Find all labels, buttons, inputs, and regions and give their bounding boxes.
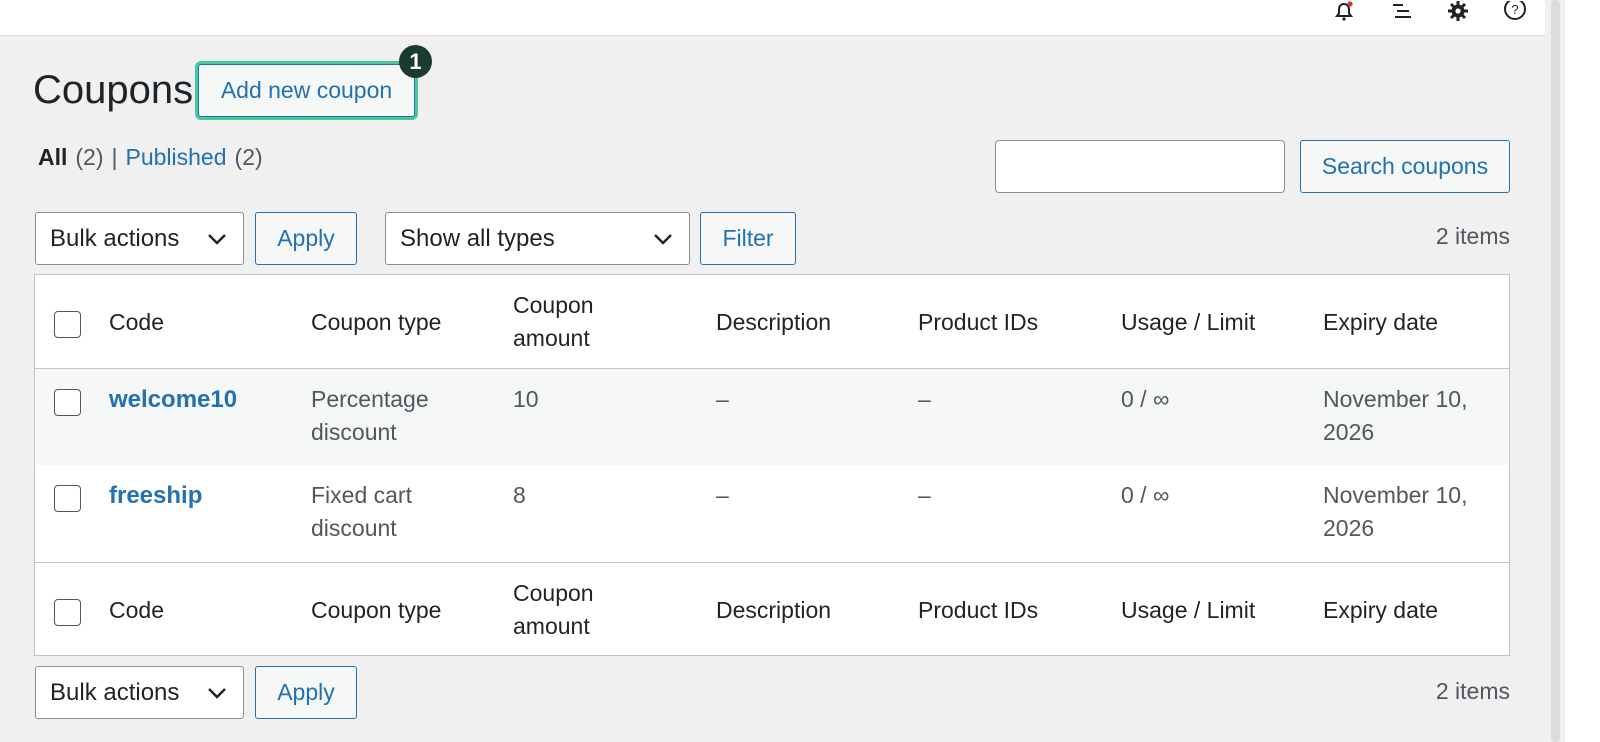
header-description: Description xyxy=(716,309,832,335)
row-checkbox[interactable] xyxy=(54,485,81,512)
apply-button-top[interactable]: Apply xyxy=(255,212,357,265)
coupon-type-select[interactable]: Show all types xyxy=(385,212,690,265)
coupon-amount-cell: 10 xyxy=(513,386,539,412)
svg-text:?: ? xyxy=(1511,2,1518,17)
row-checkbox[interactable] xyxy=(54,389,81,416)
usage-limit-cell: 0 / ∞ xyxy=(1121,386,1170,412)
notification-bell-icon[interactable] xyxy=(1330,0,1358,24)
expiry-date-cell: November 10, 2026 xyxy=(1323,482,1468,541)
footer-code[interactable]: Code xyxy=(109,594,164,627)
step-badge: 1 xyxy=(399,45,432,78)
description-cell: – xyxy=(716,482,729,508)
coupon-amount-cell: 8 xyxy=(513,482,526,508)
items-count-top: 2 items xyxy=(1435,223,1510,249)
footer-usage-limit: Usage / Limit xyxy=(1121,597,1256,623)
select-all-checkbox-footer[interactable] xyxy=(54,599,81,626)
table-footer-row: Code Coupon type Coupon amount Descripti… xyxy=(35,562,1509,656)
header-code[interactable]: Code xyxy=(109,306,164,339)
footer-description: Description xyxy=(716,597,832,623)
chevron-down-icon xyxy=(654,233,672,245)
footer-coupon-amount: Coupon amount xyxy=(513,580,594,639)
expiry-date-cell: November 10, 2026 xyxy=(1323,386,1468,445)
coupons-table: Code Coupon type Coupon amount Descripti… xyxy=(34,274,1510,656)
bulk-actions-select-bottom[interactable]: Bulk actions xyxy=(35,666,244,719)
settings-gear-icon[interactable] xyxy=(1444,0,1472,24)
search-coupons-button[interactable]: Search coupons xyxy=(1300,140,1510,193)
coupon-type-cell: Percentage discount xyxy=(311,386,429,445)
header-product-ids: Product IDs xyxy=(918,309,1039,335)
header-expiry-date: Expiry date xyxy=(1323,309,1439,335)
filter-all-count: (2) xyxy=(75,144,104,170)
table-row: freeship Fixed cart discount 8 – – 0 / ∞… xyxy=(35,465,1509,561)
coupon-type-select-label: Show all types xyxy=(400,224,555,252)
apply-button-bottom[interactable]: Apply xyxy=(255,666,357,719)
activity-list-icon[interactable] xyxy=(1387,0,1415,24)
description-cell: – xyxy=(716,386,729,412)
items-count-bottom: 2 items xyxy=(1435,678,1510,704)
help-icon[interactable]: ? xyxy=(1501,0,1529,24)
add-new-coupon-button[interactable]: Add new coupon xyxy=(198,64,415,117)
bulk-actions-label: Bulk actions xyxy=(50,224,180,252)
chevron-down-icon xyxy=(208,233,226,245)
usage-limit-cell: 0 / ∞ xyxy=(1121,482,1170,508)
footer-product-ids: Product IDs xyxy=(918,597,1039,623)
footer-expiry-date: Expiry date xyxy=(1323,597,1439,623)
filter-separator: | xyxy=(111,144,118,170)
table-header-row: Code Coupon type Coupon amount Descripti… xyxy=(35,275,1509,369)
status-filter-links: All (2) | Published (2) xyxy=(38,144,263,171)
coupon-type-cell: Fixed cart discount xyxy=(311,482,412,541)
bulk-actions-select-top[interactable]: Bulk actions xyxy=(35,212,244,265)
footer-coupon-type: Coupon type xyxy=(311,597,442,623)
filter-button[interactable]: Filter xyxy=(700,212,796,265)
filter-all-link[interactable]: All xyxy=(38,144,67,171)
header-usage-limit: Usage / Limit xyxy=(1121,309,1256,335)
scrollbar-thumb[interactable] xyxy=(1551,0,1560,742)
filter-published-link[interactable]: Published xyxy=(126,144,227,171)
select-all-checkbox[interactable] xyxy=(54,311,81,338)
header-coupon-amount: Coupon amount xyxy=(513,292,594,351)
right-panel-edge xyxy=(1565,0,1600,742)
header-coupon-type: Coupon type xyxy=(311,309,442,335)
filter-published-count: (2) xyxy=(234,144,263,170)
product-ids-cell: – xyxy=(918,482,931,508)
admin-top-bar: ? xyxy=(0,0,1545,36)
chevron-down-icon xyxy=(208,687,226,699)
coupon-code-link[interactable]: welcome10 xyxy=(109,383,237,416)
table-row: welcome10 Percentage discount 10 – – 0 /… xyxy=(35,369,1509,465)
coupon-code-link[interactable]: freeship xyxy=(109,479,202,512)
page-title: Coupons xyxy=(33,68,194,112)
product-ids-cell: – xyxy=(918,386,931,412)
bulk-actions-label: Bulk actions xyxy=(50,678,180,706)
search-input[interactable] xyxy=(995,140,1285,193)
